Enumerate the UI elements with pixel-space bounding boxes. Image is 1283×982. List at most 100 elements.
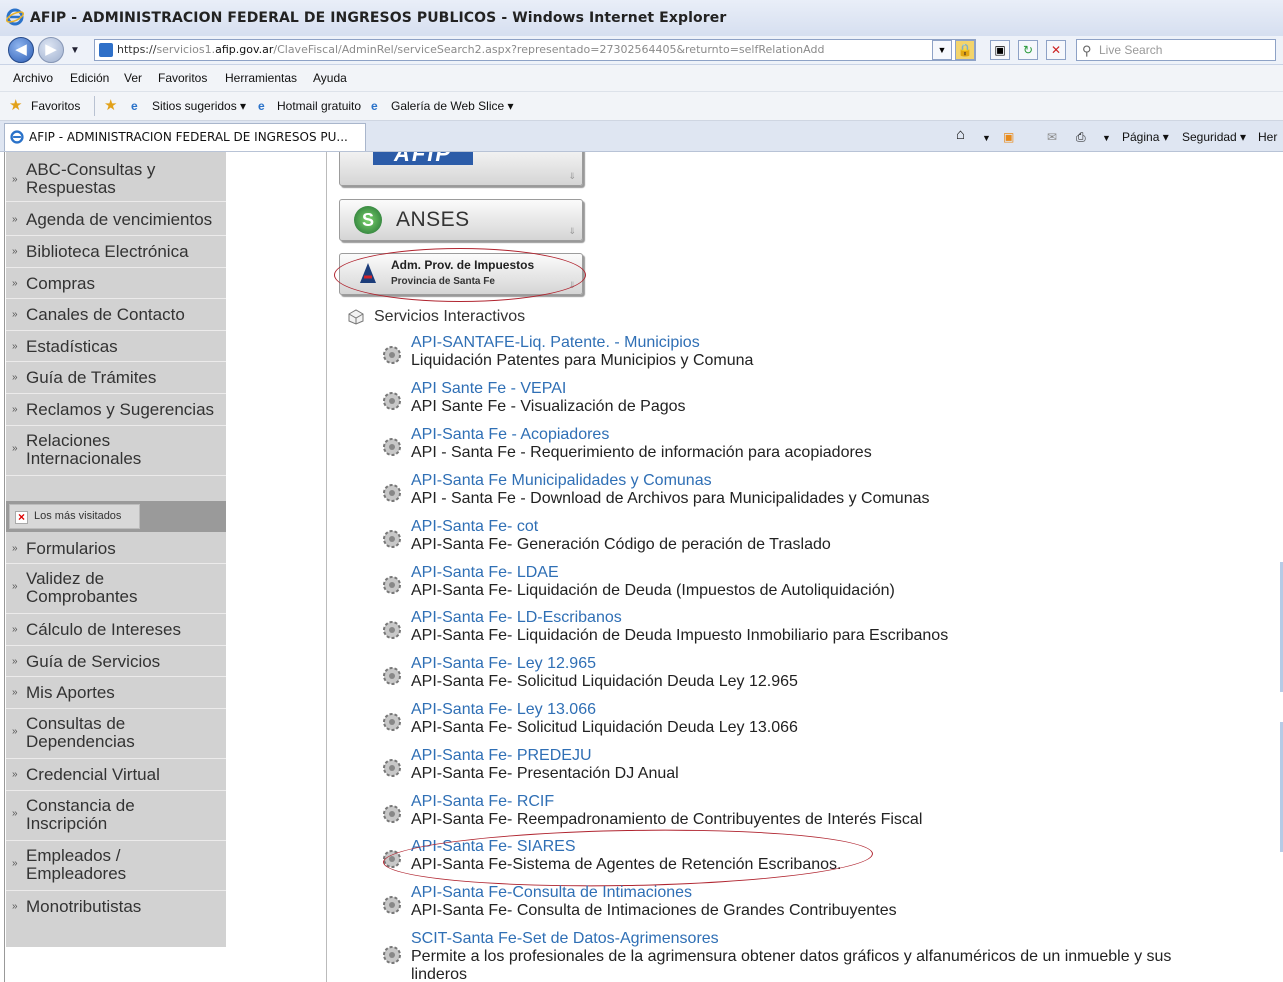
- service-description: API - Santa Fe - Requerimiento de inform…: [411, 444, 872, 461]
- service-description: API-Santa Fe- Reempadronamiento de Contr…: [411, 811, 923, 828]
- menu-favoritos[interactable]: Favoritos: [158, 71, 207, 85]
- double-chevron-icon: »: [12, 656, 18, 667]
- service-link[interactable]: API-Santa Fe- Ley 13.066: [411, 701, 596, 719]
- most-visited-button[interactable]: × Los más visitados: [9, 504, 140, 529]
- url-input[interactable]: https://servicios1.afip.gov.ar/ClaveFisc…: [94, 39, 976, 61]
- menu-edicion[interactable]: Edición: [70, 71, 109, 85]
- forward-button[interactable]: ▶: [38, 37, 64, 63]
- favbar-hotmail[interactable]: Hotmail gratuito: [277, 99, 361, 113]
- afip-logo: AFIP: [373, 152, 473, 165]
- stop-icon[interactable]: ✕: [1046, 40, 1066, 60]
- sidebar-item-mis-aportes[interactable]: » Mis Aportes: [6, 677, 226, 709]
- mail-icon[interactable]: ✉: [1047, 130, 1057, 144]
- service-description-continued: linderos: [411, 966, 468, 982]
- service-description: API - Santa Fe - Download de Archivos pa…: [411, 490, 930, 507]
- sidebar-item-label: Canales de Contacto: [26, 305, 185, 324]
- service-link[interactable]: API-Santa Fe- RCIF: [411, 793, 554, 811]
- refresh-icon[interactable]: ↻: [1018, 40, 1038, 60]
- sidebar-item-consultas[interactable]: » Consultas de Dependencias: [6, 709, 226, 759]
- sidebar-item-monotributistas[interactable]: » Monotributistas: [6, 891, 226, 923]
- menu-herramientas[interactable]: Herramientas: [225, 71, 297, 85]
- double-chevron-icon: »: [12, 858, 18, 869]
- sidebar-item-constancia[interactable]: » Constancia de Inscripción: [6, 791, 226, 841]
- favorites-bar: ★ Favoritos ★ e Sitios sugeridos ▾ e Hot…: [0, 92, 1283, 121]
- gear-icon: [383, 438, 401, 456]
- sidebar-item-formularios[interactable]: » Formularios: [6, 533, 226, 564]
- sidebar-item-guia-servicios[interactable]: » Guía de Servicios: [6, 646, 226, 677]
- sidebar-item-guia-tramites[interactable]: » Guía de Trámites: [6, 362, 226, 394]
- ie-page-icon: e: [258, 99, 265, 113]
- sidebar-item-empleados[interactable]: » Empleados / Empleadores: [6, 841, 226, 891]
- service-link[interactable]: API-Santa Fe- PREDEJU: [411, 747, 592, 765]
- menu-ver[interactable]: Ver: [124, 71, 142, 85]
- sidebar-item-calculo[interactable]: » Cálculo de Intereses: [6, 614, 226, 646]
- home-icon[interactable]: ⌂: [956, 126, 965, 143]
- double-chevron-icon: »: [12, 687, 18, 698]
- favorites-button[interactable]: Favoritos: [31, 99, 80, 113]
- menu-archivo[interactable]: Archivo: [13, 71, 53, 85]
- window-title-bar: AFIP - ADMINISTRACION FEDERAL DE INGRESO…: [0, 0, 1283, 36]
- service-link[interactable]: API-Santa Fe- Ley 12.965: [411, 655, 596, 673]
- lock-icon[interactable]: 🔒: [955, 40, 975, 60]
- expand-icon: ⇓: [568, 226, 576, 236]
- sidebar-item-label: Compras: [26, 274, 95, 293]
- sidebar-item-label: Mis Aportes: [26, 683, 115, 702]
- service-link[interactable]: API Sante Fe - VEPAI: [411, 380, 566, 398]
- service-link[interactable]: API-Santa Fe Municipalidades y Comunas: [411, 472, 712, 490]
- box-icon: [348, 309, 364, 325]
- sidebar-item-biblioteca[interactable]: » Biblioteca Electrónica: [6, 236, 226, 268]
- compatibility-view-icon[interactable]: ▣: [990, 40, 1010, 60]
- sidebar-item-label: Biblioteca Electrónica: [26, 242, 189, 261]
- ie-icon: [6, 8, 24, 26]
- tab-afip[interactable]: AFIP - ADMINISTRACION FEDERAL DE INGRESO…: [4, 123, 366, 151]
- page-border: [4, 152, 5, 982]
- double-chevron-icon: »: [12, 624, 18, 635]
- service-link[interactable]: API-Santa Fe-Consulta de Intimaciones: [411, 884, 692, 902]
- add-favorites-icon[interactable]: ★: [104, 96, 117, 114]
- close-icon[interactable]: ×: [15, 511, 28, 524]
- sidebar-item-label: Consultas de Dependencias: [26, 714, 135, 751]
- sidebar-item-estadisticas[interactable]: » Estadísticas: [6, 331, 226, 362]
- feeds-icon[interactable]: ▣: [1003, 130, 1014, 144]
- gear-icon: [383, 484, 401, 502]
- sidebar-item-reclamos[interactable]: » Reclamos y Sugerencias: [6, 394, 226, 426]
- gear-icon: [383, 896, 401, 914]
- sidebar-item-canales[interactable]: » Canales de Contacto: [6, 299, 226, 331]
- sidebar-item-label: Formularios: [26, 539, 116, 558]
- search-input[interactable]: ⚲ Live Search: [1076, 39, 1276, 61]
- afip-button[interactable]: AFIP ⇓: [339, 152, 583, 186]
- service-link[interactable]: API-Santa Fe- cot: [411, 518, 538, 536]
- sidebar-item-label: ABC-Consultas y Respuestas: [26, 160, 156, 197]
- sidebar-item-agenda[interactable]: » Agenda de vencimientos: [6, 204, 226, 236]
- sidebar-item-compras[interactable]: » Compras: [6, 268, 226, 299]
- sidebar-item-relaciones[interactable]: » Relaciones Internacionales: [6, 426, 226, 476]
- service-link[interactable]: API-Santa Fe- LDAE: [411, 564, 559, 582]
- double-chevron-icon: »: [12, 309, 18, 320]
- service-link[interactable]: API-Santa Fe - Acopiadores: [411, 426, 609, 444]
- address-dropdown-icon[interactable]: ▼: [932, 40, 952, 60]
- service-link[interactable]: API-Santa Fe- LD-Escribanos: [411, 609, 622, 627]
- tools-menu[interactable]: Her: [1258, 130, 1277, 144]
- sidebar-item-validez[interactable]: » Validez de Comprobantes: [6, 564, 226, 614]
- gear-icon: [383, 805, 401, 823]
- anses-button[interactable]: S ANSES ⇓: [339, 199, 583, 241]
- sidebar-item-abc[interactable]: » ABC-Consultas y Respuestas: [6, 152, 226, 202]
- page-menu[interactable]: Página ▾: [1122, 130, 1169, 144]
- print-dropdown-icon[interactable]: ▼: [1102, 133, 1111, 143]
- menu-ayuda[interactable]: Ayuda: [313, 71, 347, 85]
- back-button[interactable]: ◀: [8, 37, 34, 63]
- history-dropdown-icon[interactable]: ▼: [70, 45, 80, 56]
- service-description: API-Santa Fe- Liquidación de Deuda Impue…: [411, 627, 949, 644]
- print-icon[interactable]: ⎙: [1076, 130, 1086, 145]
- double-chevron-icon: »: [12, 443, 18, 454]
- security-menu[interactable]: Seguridad ▾: [1182, 130, 1246, 144]
- anses-logo-icon: S: [354, 206, 382, 234]
- service-link[interactable]: API-SANTAFE-Liq. Patente. - Municipios: [411, 334, 700, 352]
- favbar-sitios-sugeridos[interactable]: Sitios sugeridos ▾: [152, 99, 246, 113]
- double-chevron-icon: »: [12, 808, 18, 819]
- most-visited-header: × Los más visitados: [6, 501, 226, 532]
- home-dropdown-icon[interactable]: ▼: [982, 133, 991, 143]
- favbar-galeria-web-slice[interactable]: Galería de Web Slice ▾: [391, 99, 514, 113]
- sidebar-item-credencial[interactable]: » Credencial Virtual: [6, 759, 226, 791]
- service-link[interactable]: SCIT-Santa Fe-Set de Datos-Agrimensores: [411, 930, 719, 948]
